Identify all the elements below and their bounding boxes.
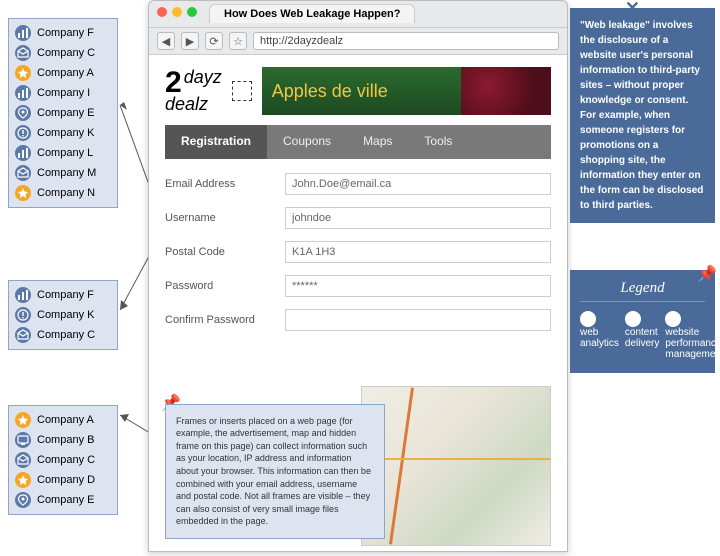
delivery-icon xyxy=(15,452,31,468)
analytics-icon xyxy=(580,311,596,327)
company-box-bot: Company A Company B Company C Company D Comp… xyxy=(8,405,118,515)
perf-icon xyxy=(15,412,31,428)
browser-toolbar: ◀ ▶ ⟳ ☆ http://2dayzdealz xyxy=(149,27,567,55)
legend-label: content delivery xyxy=(625,327,659,349)
postal-label: Postal Code xyxy=(165,246,275,258)
company-row: Company A xyxy=(15,410,111,430)
company-row: Company K xyxy=(15,123,111,143)
username-field[interactable] xyxy=(285,207,551,229)
company-name: Company C xyxy=(37,329,95,341)
star-button[interactable]: ☆ xyxy=(229,32,247,50)
analytics-icon xyxy=(15,287,31,303)
company-name: Company D xyxy=(37,474,95,486)
email-field[interactable] xyxy=(285,173,551,195)
url-bar[interactable]: http://2dayzdealz xyxy=(253,32,559,50)
email-label: Email Address xyxy=(165,178,275,190)
company-name: Company I xyxy=(37,87,90,99)
delivery-icon xyxy=(15,45,31,61)
legend-row: web analytics xyxy=(580,311,619,349)
local-icon xyxy=(15,105,31,121)
legend-panel: 📌 Legend web analyticscontent deliverywe… xyxy=(570,270,715,373)
company-row: Company E xyxy=(15,490,111,510)
delivery-icon xyxy=(15,165,31,181)
info-note: Frames or inserts placed on a web page (… xyxy=(165,404,385,539)
back-button[interactable]: ◀ xyxy=(157,32,175,50)
company-name: Company F xyxy=(37,27,94,39)
nav-tabs: Registration Coupons Maps Tools xyxy=(165,125,551,159)
perf-icon xyxy=(15,472,31,488)
company-row: Company F xyxy=(15,23,111,43)
legend-row: content delivery xyxy=(625,311,659,349)
registration-form: Email Address Username Postal Code Passw… xyxy=(165,173,551,331)
tab-registration[interactable]: Registration xyxy=(165,125,267,159)
company-row: Company C xyxy=(15,450,111,470)
company-row: Company I xyxy=(15,83,111,103)
company-row: Company C xyxy=(15,325,111,345)
analytics-icon xyxy=(15,85,31,101)
password-label: Password xyxy=(165,280,275,292)
fwd-button[interactable]: ▶ xyxy=(181,32,199,50)
company-name: Company F xyxy=(37,289,94,301)
site-logo: 2dayzdealz xyxy=(165,69,222,112)
pushpin-icon: 📌 xyxy=(697,264,717,284)
username-label: Username xyxy=(165,212,275,224)
confirm-label: Confirm Password xyxy=(165,314,275,326)
company-name: Company K xyxy=(37,127,94,139)
company-name: Company C xyxy=(37,454,95,466)
company-row: Company C xyxy=(15,43,111,63)
legend-title: Legend xyxy=(580,280,705,302)
delivery-icon xyxy=(625,311,641,327)
analytics-icon xyxy=(15,145,31,161)
explanation-panel: "Web leakage" involves the disclosure of… xyxy=(570,8,715,223)
legend-row: website performance management xyxy=(665,311,720,360)
company-name: Company N xyxy=(37,187,95,199)
company-name: Company M xyxy=(37,167,96,179)
company-name: Company L xyxy=(37,147,93,159)
mkt-icon xyxy=(15,125,31,141)
mkt-icon xyxy=(15,307,31,323)
company-name: Company B xyxy=(37,434,94,446)
ad-banner[interactable]: Apples de ville xyxy=(262,67,551,115)
company-row: Company K xyxy=(15,305,111,325)
postal-field[interactable] xyxy=(285,241,551,263)
company-row: Company B xyxy=(15,430,111,450)
company-name: Company E xyxy=(37,107,94,119)
company-box-top: Company F Company C Company A Company I Comp… xyxy=(8,18,118,208)
company-name: Company A xyxy=(37,67,94,79)
company-row: Company D xyxy=(15,470,111,490)
company-name: Company A xyxy=(37,414,94,426)
tab-maps[interactable]: Maps xyxy=(347,125,408,159)
reload-button[interactable]: ⟳ xyxy=(205,32,223,50)
legend-label: web analytics xyxy=(580,327,619,349)
browser-window: How Does Web Leakage Happen? ◀ ▶ ⟳ ☆ htt… xyxy=(148,0,568,552)
company-name: Company K xyxy=(37,309,94,321)
password-field[interactable] xyxy=(285,275,551,297)
company-row: Company E xyxy=(15,103,111,123)
page-content: 2dayzdealz Apples de ville Registration … xyxy=(149,55,567,551)
company-box-mid: Company F Company K Company C xyxy=(8,280,118,350)
delivery-icon xyxy=(15,327,31,343)
map-frame[interactable] xyxy=(361,386,551,546)
company-row: Company L xyxy=(15,143,111,163)
local-icon xyxy=(15,492,31,508)
adv-icon xyxy=(15,432,31,448)
perf-icon xyxy=(15,65,31,81)
company-row: Company M xyxy=(15,163,111,183)
confirm-field[interactable] xyxy=(285,309,551,331)
analytics-icon xyxy=(15,25,31,41)
tab-tools[interactable]: Tools xyxy=(408,125,468,159)
perf-icon xyxy=(15,185,31,201)
company-row: Company N xyxy=(15,183,111,203)
traffic-lights xyxy=(157,7,197,17)
company-name: Company E xyxy=(37,494,94,506)
tab-coupons[interactable]: Coupons xyxy=(267,125,347,159)
hidden-frame-icon xyxy=(232,81,252,101)
browser-tab[interactable]: How Does Web Leakage Happen? xyxy=(209,4,415,23)
legend-label: website performance management xyxy=(665,327,720,360)
perf-icon xyxy=(665,311,681,327)
company-row: Company A xyxy=(15,63,111,83)
company-row: Company F xyxy=(15,285,111,305)
company-name: Company C xyxy=(37,47,95,59)
